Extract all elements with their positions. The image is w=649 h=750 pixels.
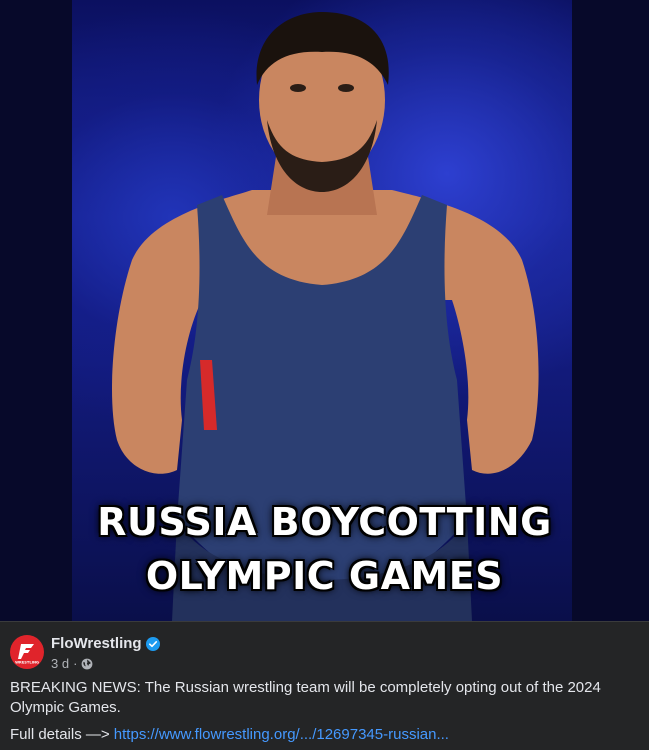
globe-icon[interactable] bbox=[81, 658, 93, 670]
meta-separator: · bbox=[73, 656, 78, 671]
page-name[interactable]: FloWrestling bbox=[51, 635, 142, 653]
post-caption: BREAKING NEWS: The Russian wrestling tea… bbox=[10, 679, 601, 716]
page-avatar[interactable]: WRESTLING bbox=[10, 635, 44, 669]
post-timestamp[interactable]: 3 d bbox=[51, 656, 69, 672]
facebook-post: RUSSIA BOYCOTTING OLYMPIC GAMES WRESTLIN… bbox=[0, 0, 649, 750]
post-details-line: Full details —> https://www.flowrestling… bbox=[10, 725, 449, 745]
post-meta: 3 d · bbox=[51, 656, 93, 672]
article-link[interactable]: https://www.flowrestling.org/.../1269734… bbox=[114, 726, 449, 743]
post-footer: WRESTLING FloWrestling 3 d · BREAKING NE… bbox=[0, 621, 649, 750]
svg-text:WRESTLING: WRESTLING bbox=[15, 661, 39, 665]
headline-line-1: RUSSIA BOYCOTTING bbox=[97, 500, 552, 544]
flowrestling-logo-icon: WRESTLING bbox=[15, 644, 39, 665]
verified-badge-icon bbox=[146, 637, 160, 651]
headline-line-2: OLYMPIC GAMES bbox=[145, 554, 504, 598]
details-prefix: Full details —> bbox=[10, 726, 110, 743]
post-media[interactable]: RUSSIA BOYCOTTING OLYMPIC GAMES bbox=[0, 0, 649, 621]
